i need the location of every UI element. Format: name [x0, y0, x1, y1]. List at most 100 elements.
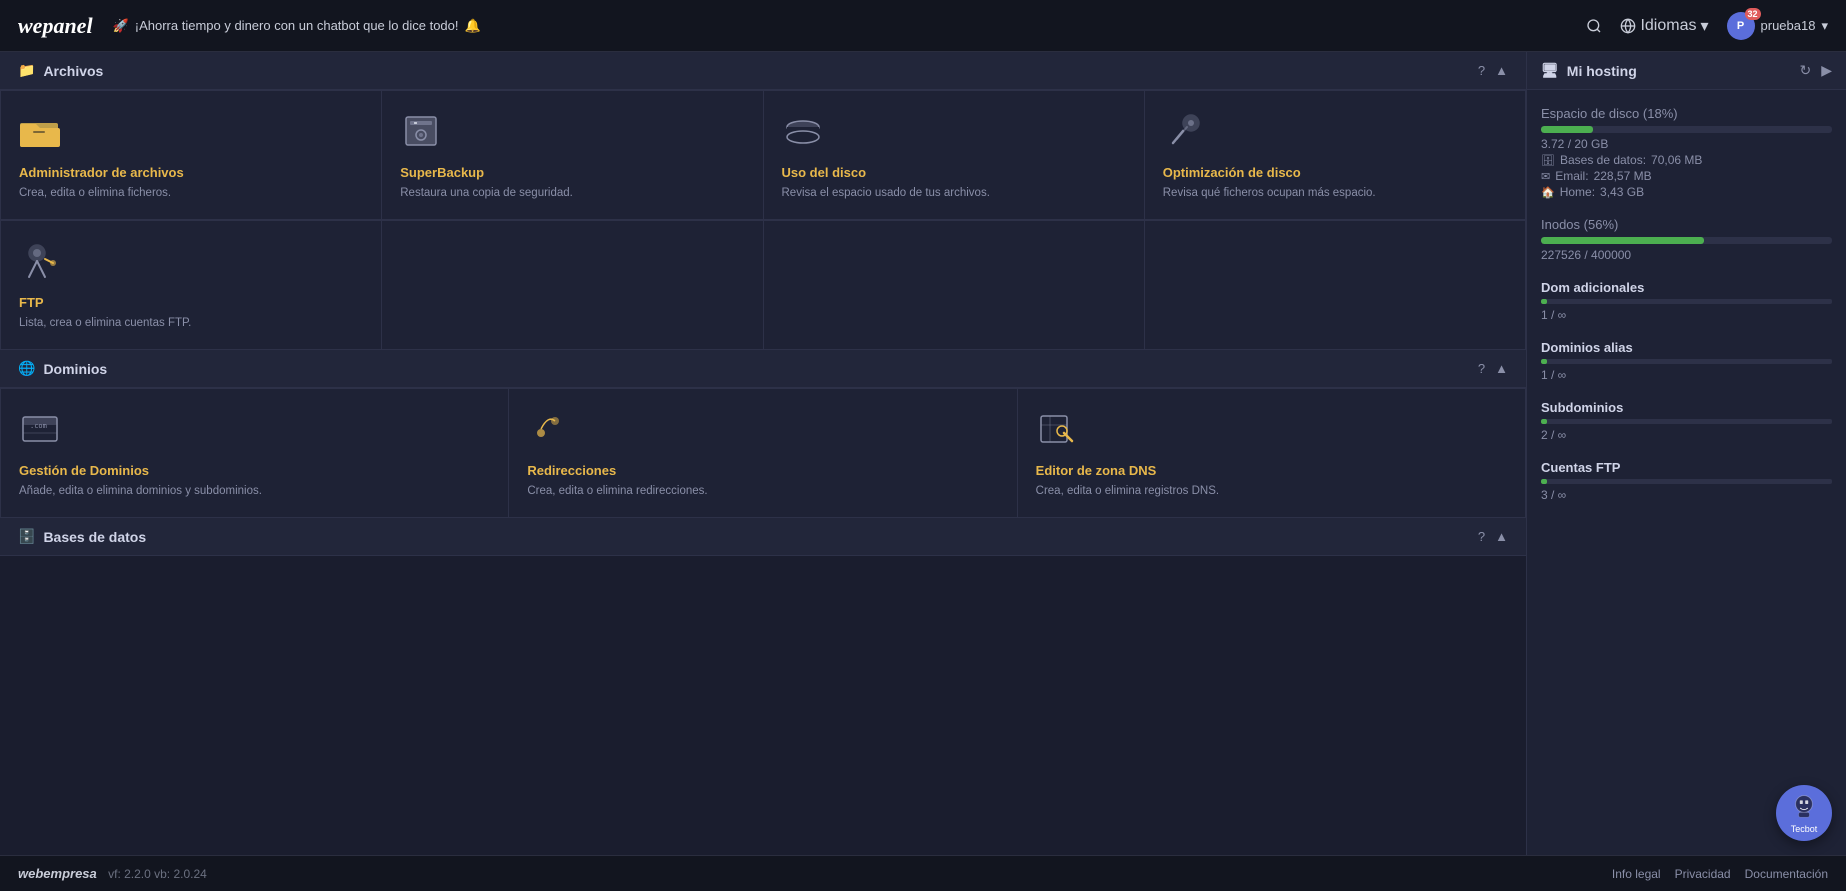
disk-value: 3.72 / 20 GB: [1541, 137, 1832, 151]
video-button[interactable]: ▶: [1821, 62, 1832, 79]
bases-datos-section: 🗄️ Bases de datos ? ▲: [0, 518, 1526, 556]
disk-metric: Espacio de disco (18%) 3.72 / 20 GB 🗄 Ba…: [1541, 106, 1832, 199]
user-menu[interactable]: P 32 prueba18 ▾: [1727, 12, 1828, 40]
card-uso-disco[interactable]: Uso del disco Revisa el espacio usado de…: [764, 91, 1144, 219]
help-icon[interactable]: ?: [1478, 361, 1485, 376]
card-redirecciones[interactable]: Redirecciones Crea, edita o elimina redi…: [509, 389, 1016, 517]
cuentas-ftp-label: Cuentas FTP: [1541, 460, 1832, 475]
db-icon: 🗄️: [18, 528, 35, 545]
footer-link-info-legal[interactable]: Info legal: [1612, 867, 1661, 881]
inodos-progress-track: [1541, 237, 1832, 244]
subdominios-value: 2 / ∞: [1541, 428, 1832, 442]
cuentas-ftp-value: 3 / ∞: [1541, 488, 1832, 502]
sidebar-header: 🖥 Mi hosting ↻ ▶: [1527, 52, 1846, 90]
card-ftp[interactable]: FTP Lista, crea o elimina cuentas FTP.: [1, 221, 381, 349]
collapse-icon[interactable]: ▲: [1495, 529, 1508, 544]
dominios-alias-metric: Dominios alias 1 / ∞: [1541, 340, 1832, 382]
card-title: Uso del disco: [782, 165, 1126, 180]
card-desc: Restaura una copia de seguridad.: [400, 185, 744, 201]
help-icon[interactable]: ?: [1478, 529, 1485, 544]
card-desc: Crea, edita o elimina ficheros.: [19, 185, 363, 201]
archivos-header-left: 📁 Archivos: [18, 62, 103, 79]
sidebar-actions: ↻ ▶: [1799, 62, 1832, 79]
disk-progress-track: [1541, 126, 1832, 133]
topnav-right: Idiomas ▾ P 32 prueba18 ▾: [1586, 12, 1828, 40]
globe-icon: 🌐: [18, 360, 35, 377]
dominios-header: 🌐 Dominios ? ▲: [0, 350, 1526, 388]
dominios-header-right: ? ▲: [1478, 361, 1508, 376]
archivos-header-right: ? ▲: [1478, 63, 1508, 78]
card-desc: Revisa el espacio usado de tus archivos.: [782, 185, 1126, 201]
dominios-alias-fill: [1541, 359, 1547, 364]
content-area: 📁 Archivos ? ▲: [0, 52, 1526, 855]
inodos-progress-fill: [1541, 237, 1704, 244]
subdominios-metric: Subdominios 2 / ∞: [1541, 400, 1832, 442]
bases-datos-header-left: 🗄️ Bases de datos: [18, 528, 146, 545]
archivos-header: 📁 Archivos ? ▲: [0, 52, 1526, 90]
language-button[interactable]: Idiomas ▾: [1620, 16, 1708, 36]
rocket-icon: 🚀: [113, 18, 129, 34]
subdominios-label: Subdominios: [1541, 400, 1832, 415]
card-icon: .com: [19, 411, 490, 453]
inodos-value: 227526 / 400000: [1541, 248, 1832, 262]
server-icon: 🖥: [1541, 62, 1559, 79]
dom-adicionales-label: Dom adicionales: [1541, 280, 1832, 295]
svg-text:.com: .com: [30, 422, 47, 430]
footer-link-privacidad[interactable]: Privacidad: [1675, 867, 1731, 881]
email-icon-small: ✉: [1541, 170, 1550, 183]
card-icon: [19, 113, 363, 155]
card-icon: [19, 243, 363, 285]
card-title: Editor de zona DNS: [1036, 463, 1507, 478]
dominios-alias-value: 1 / ∞: [1541, 368, 1832, 382]
disk-label: Espacio de disco (18%): [1541, 106, 1832, 121]
main-layout: 📁 Archivos ? ▲: [0, 52, 1846, 855]
bases-datos-header-right: ? ▲: [1478, 529, 1508, 544]
card-title: Gestión de Dominios: [19, 463, 490, 478]
footer-links: Info legal Privacidad Documentación: [1612, 867, 1828, 881]
card-editor-dns[interactable]: Editor de zona DNS Crea, edita o elimina…: [1018, 389, 1525, 517]
disk-progress-fill: [1541, 126, 1593, 133]
dom-adicionales-fill: [1541, 299, 1547, 304]
tecbot-bubble[interactable]: Tecbot: [1776, 785, 1832, 841]
refresh-button[interactable]: ↻: [1799, 62, 1811, 79]
search-button[interactable]: [1586, 18, 1602, 34]
dominios-header-left: 🌐 Dominios: [18, 360, 107, 377]
footer-link-documentacion[interactable]: Documentación: [1745, 867, 1828, 881]
help-icon[interactable]: ?: [1478, 63, 1485, 78]
collapse-icon[interactable]: ▲: [1495, 63, 1508, 78]
card-optimizacion-disco[interactable]: Optimización de disco Revisa qué fichero…: [1145, 91, 1525, 219]
archivos-section: 📁 Archivos ? ▲: [0, 52, 1526, 350]
sidebar-body: Espacio de disco (18%) 3.72 / 20 GB 🗄 Ba…: [1527, 90, 1846, 536]
card-desc: Lista, crea o elimina cuentas FTP.: [19, 315, 363, 331]
chevron-down-icon: ▾: [1821, 18, 1828, 34]
card-icon: [527, 411, 998, 453]
card-title: Administrador de archivos: [19, 165, 363, 180]
dominios-alias-label: Dominios alias: [1541, 340, 1832, 355]
card-administrador-archivos[interactable]: Administrador de archivos Crea, edita o …: [1, 91, 381, 219]
folder-icon: 📁: [18, 62, 35, 79]
disk-home-sub: 🏠 Home: 3,43 GB: [1541, 185, 1832, 199]
card-desc: Revisa qué ficheros ocupan más espacio.: [1163, 185, 1507, 201]
cuentas-ftp-fill: [1541, 479, 1547, 484]
card-superbackup[interactable]: SuperBackup Restaura una copia de seguri…: [382, 91, 762, 219]
home-icon-small: 🏠: [1541, 186, 1555, 199]
chevron-down-icon: ▾: [1700, 16, 1708, 36]
dominios-cards-grid: .com Gestión de Dominios Añade, edita o …: [0, 388, 1526, 518]
inodos-label: Inodos (56%): [1541, 217, 1832, 232]
announcement: 🚀 ¡Ahorra tiempo y dinero con un chatbot…: [113, 18, 1587, 34]
collapse-icon[interactable]: ▲: [1495, 361, 1508, 376]
dom-adicionales-metric: Dom adicionales 1 / ∞: [1541, 280, 1832, 322]
card-desc: Añade, edita o elimina dominios y subdom…: [19, 483, 490, 499]
sidebar: 🖥 Mi hosting ↻ ▶ Espacio de disco (18%) …: [1526, 52, 1846, 855]
subdominios-track: [1541, 419, 1832, 424]
card-desc: Crea, edita o elimina redirecciones.: [527, 483, 998, 499]
footer-brand: webempresa vf: 2.2.0 vb: 2.0.24: [18, 866, 207, 881]
ftp-row: FTP Lista, crea o elimina cuentas FTP.: [0, 220, 1526, 350]
disk-email-sub: ✉ Email: 228,57 MB: [1541, 169, 1832, 183]
card-title: Optimización de disco: [1163, 165, 1507, 180]
card-icon: [782, 113, 1126, 155]
dom-adicionales-value: 1 / ∞: [1541, 308, 1832, 322]
card-gestion-dominios[interactable]: .com Gestión de Dominios Añade, edita o …: [1, 389, 508, 517]
dominios-section: 🌐 Dominios ? ▲ .com: [0, 350, 1526, 518]
dom-adicionales-track: [1541, 299, 1832, 304]
